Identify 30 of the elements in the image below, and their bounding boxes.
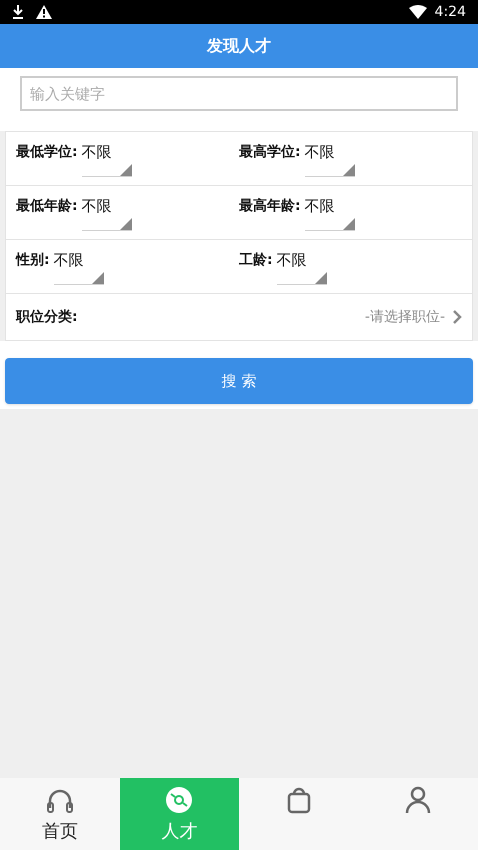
dropdown[interactable]: 不限 bbox=[304, 140, 355, 177]
dropdown[interactable]: 不限 bbox=[54, 248, 104, 285]
page-title: 发现人才 bbox=[207, 35, 271, 57]
filter-label: 最高学位: bbox=[239, 142, 301, 162]
chevron-right-icon bbox=[453, 310, 462, 324]
dropdown-corner-icon bbox=[120, 164, 132, 176]
nav-tab[interactable]: 首页 bbox=[0, 778, 120, 850]
dropdown-corner-icon bbox=[120, 218, 132, 230]
search-field[interactable]: 输入关键字 bbox=[20, 76, 458, 111]
filter-label: 最低学位: bbox=[16, 143, 78, 162]
wifi-icon bbox=[408, 5, 427, 19]
position-row[interactable]: 职位分类: -请选择职位- bbox=[6, 294, 472, 340]
dropdown[interactable]: 不限 bbox=[276, 248, 327, 285]
dropdown-corner-icon bbox=[92, 272, 104, 284]
dropdown-corner-icon bbox=[342, 218, 355, 230]
disc-icon bbox=[165, 786, 194, 814]
dropdown[interactable]: 不限 bbox=[82, 194, 132, 231]
filter-label: 最高年龄: bbox=[239, 196, 301, 216]
warning-icon bbox=[36, 5, 52, 19]
dropdown[interactable]: 不限 bbox=[82, 140, 132, 177]
dropdown-corner-icon bbox=[314, 272, 327, 284]
filter-label: 职位分类: bbox=[16, 308, 78, 326]
dropdown[interactable]: 不限 bbox=[304, 194, 355, 231]
filter-label: 性别: bbox=[16, 251, 50, 270]
filter-label: 最低年龄: bbox=[16, 197, 78, 216]
dropdown-corner-icon bbox=[342, 164, 355, 176]
download-icon bbox=[12, 5, 24, 19]
status-time: 4:24 bbox=[434, 2, 466, 22]
position-value: -请选择职位- bbox=[364, 308, 445, 326]
filter-label: 工龄: bbox=[239, 251, 273, 270]
